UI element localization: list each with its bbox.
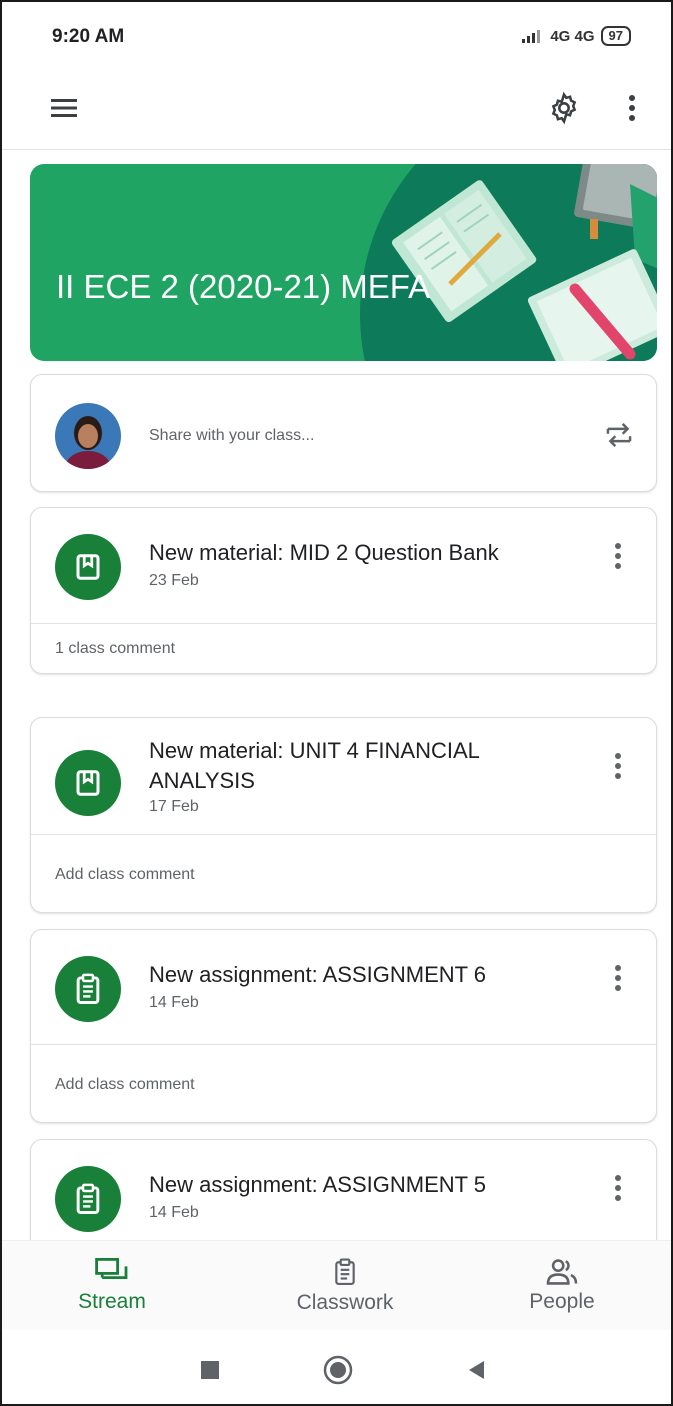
- class-title: II ECE 2 (2020-21) MEFA: [56, 268, 431, 305]
- repost-icon[interactable]: [597, 413, 641, 457]
- post-date: 14 Feb: [149, 994, 199, 1011]
- post-date: 17 Feb: [149, 798, 199, 815]
- post-title: New material: UNIT 4 FINANCIAL ANALYSIS: [149, 738, 480, 793]
- avatar: [55, 403, 121, 469]
- stream-icon: [95, 1258, 128, 1279]
- class-comment-link[interactable]: Add class comment: [55, 1076, 195, 1094]
- post-title: New assignment: ASSIGNMENT 6: [149, 962, 487, 987]
- books-illustration: [360, 164, 657, 361]
- post-divider: [31, 623, 656, 624]
- post-date: 14 Feb: [149, 1204, 199, 1221]
- stream-post[interactable]: New material: MID 2 Question Bank 23 Feb…: [30, 507, 657, 674]
- material-icon: [55, 534, 121, 600]
- top-app-bar: [2, 72, 671, 150]
- post-divider: [31, 1044, 656, 1045]
- assignment-icon: [55, 956, 121, 1022]
- nav-people-label: People: [529, 1290, 595, 1313]
- post-title: New assignment: ASSIGNMENT 5: [149, 1172, 487, 1197]
- class-comment-link[interactable]: 1 class comment: [55, 640, 175, 658]
- classwork-icon: [335, 1258, 355, 1286]
- nav-stream-label: Stream: [78, 1290, 146, 1313]
- back-icon[interactable]: [456, 1350, 496, 1390]
- home-icon[interactable]: [318, 1350, 358, 1390]
- post-more-icon[interactable]: [603, 744, 633, 788]
- menu-icon[interactable]: [42, 86, 86, 130]
- network-label: 4G 4G: [550, 27, 595, 45]
- post-more-icon[interactable]: [603, 534, 633, 578]
- share-input[interactable]: Share with your class...: [149, 427, 314, 445]
- gear-icon[interactable]: [540, 84, 588, 132]
- post-more-icon[interactable]: [603, 956, 633, 1000]
- share-card[interactable]: Share with your class...: [30, 374, 657, 492]
- post-title: New material: MID 2 Question Bank: [149, 540, 499, 565]
- phone-screen: 9:20 AM 4G 4G 97 II ECE 2 (2020-21) MEFA…: [0, 0, 673, 1406]
- people-icon: [546, 1259, 578, 1285]
- nav-stream[interactable]: Stream: [62, 1241, 162, 1331]
- more-vert-icon[interactable]: [612, 84, 652, 132]
- status-time: 9:20 AM: [52, 26, 125, 47]
- class-banner[interactable]: II ECE 2 (2020-21) MEFA: [30, 164, 657, 361]
- battery-level: 97: [600, 26, 631, 46]
- assignment-icon: [55, 1166, 121, 1232]
- stream-post[interactable]: New assignment: ASSIGNMENT 6 14 Feb Add …: [30, 929, 657, 1123]
- nav-classwork[interactable]: Classwork: [280, 1241, 410, 1331]
- material-icon: [55, 750, 121, 816]
- system-navigation-bar: [2, 1330, 671, 1404]
- bottom-navigation: Stream Classwork People: [2, 1240, 671, 1330]
- nav-classwork-label: Classwork: [296, 1291, 394, 1314]
- post-divider: [31, 834, 656, 835]
- status-bar: 9:20 AM 4G 4G 97: [2, 2, 671, 72]
- post-more-icon[interactable]: [603, 1166, 633, 1210]
- recents-icon[interactable]: [190, 1350, 230, 1390]
- nav-people[interactable]: People: [512, 1241, 612, 1331]
- stream-post[interactable]: New material: UNIT 4 FINANCIAL ANALYSIS …: [30, 717, 657, 913]
- post-date: 23 Feb: [149, 572, 199, 589]
- status-indicators: 4G 4G 97: [522, 26, 631, 46]
- signal-icon: [522, 30, 541, 43]
- class-comment-link[interactable]: Add class comment: [55, 866, 195, 884]
